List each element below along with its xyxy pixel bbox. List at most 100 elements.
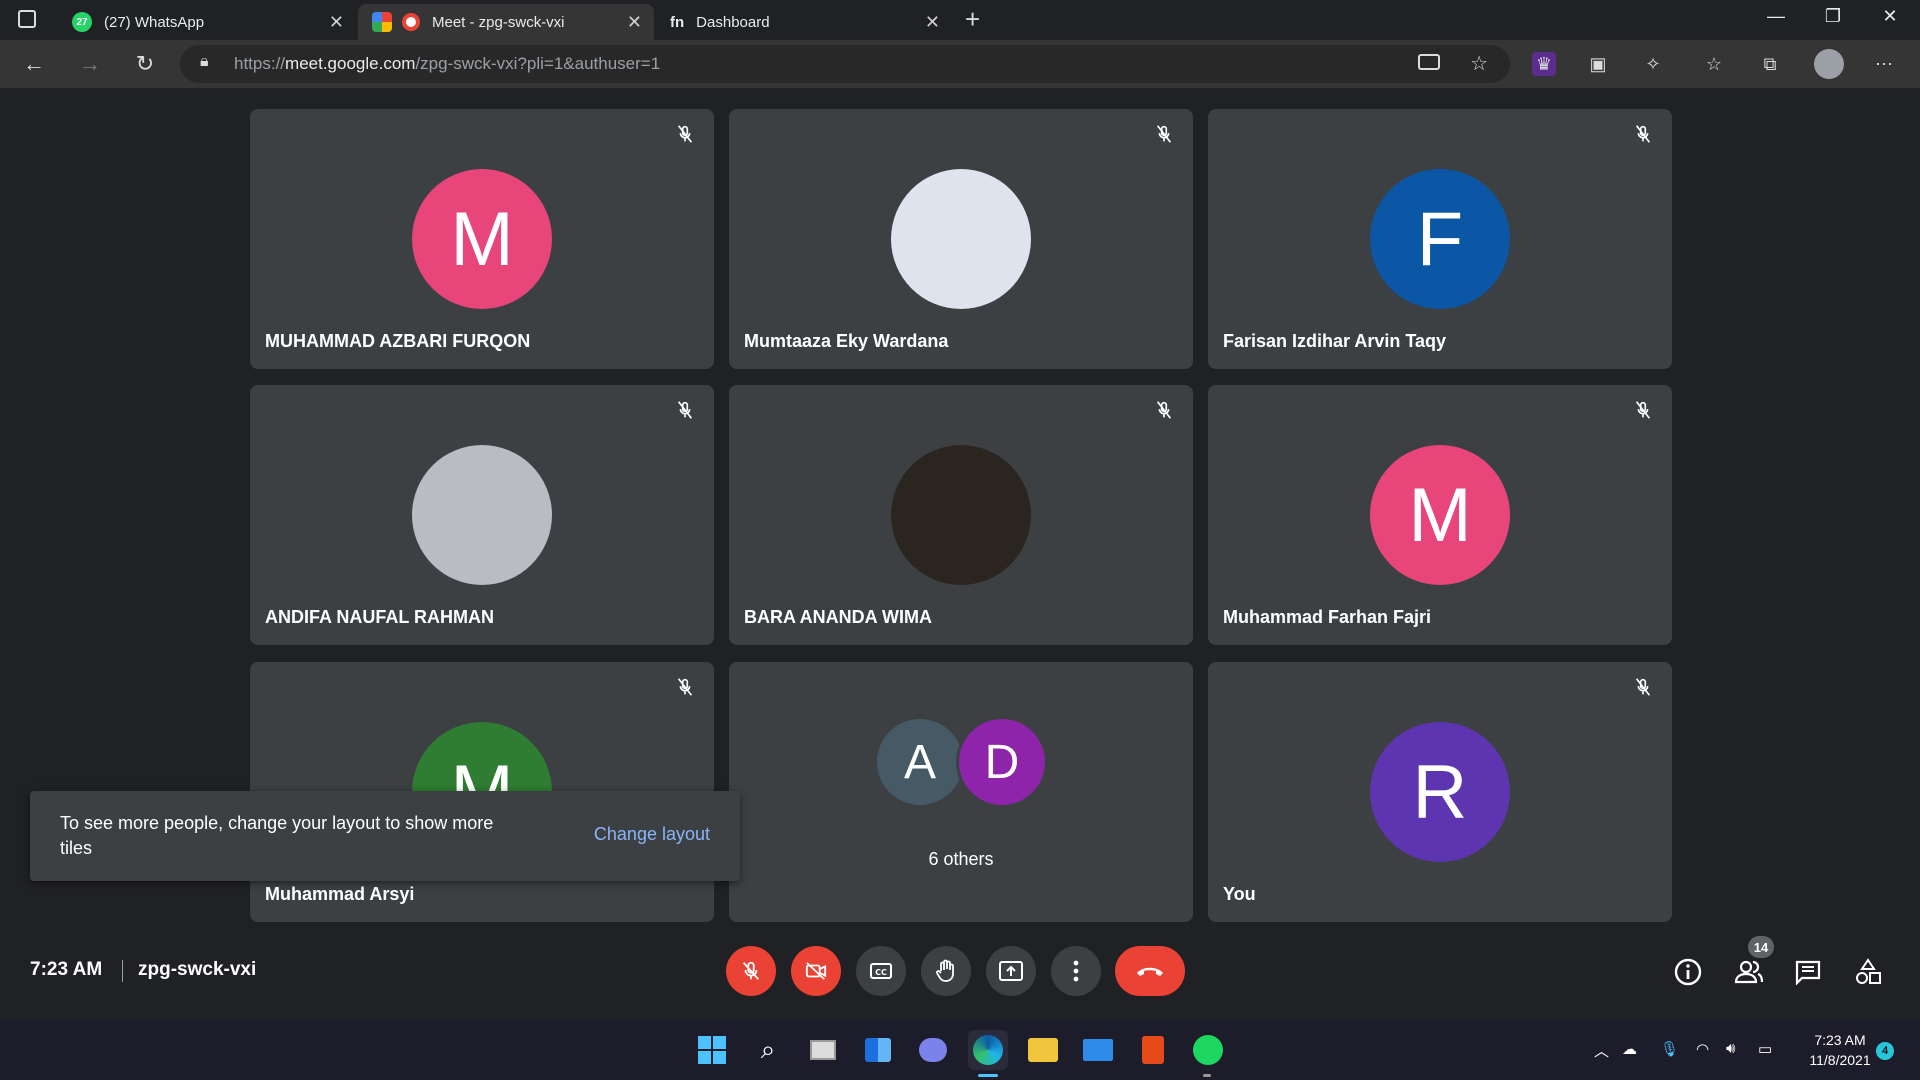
- participant-avatar: F: [1370, 169, 1510, 309]
- present-button[interactable]: [986, 946, 1036, 996]
- task-view-icon[interactable]: [803, 1030, 843, 1070]
- raise-hand-button[interactable]: [921, 946, 971, 996]
- close-tab-icon[interactable]: ✕: [627, 12, 642, 33]
- participants-count-badge: 14: [1748, 936, 1774, 958]
- profile-avatar[interactable]: [1814, 49, 1844, 79]
- address-toolbar: ← → ↻ 🔒︎ https://meet.google.com/zpg-swc…: [0, 40, 1920, 88]
- spotify-icon[interactable]: [1188, 1030, 1228, 1070]
- activities-icon: [1856, 958, 1881, 984]
- people-icon: [1734, 960, 1764, 984]
- participant-avatar: M: [1370, 445, 1510, 585]
- layout-toast: To see more people, change your layout t…: [30, 791, 740, 881]
- participant-name: 6 others: [928, 849, 994, 869]
- participant-tile[interactable]: BARA ANANDA WIMA: [729, 385, 1193, 645]
- end-call-button[interactable]: [1115, 946, 1185, 996]
- volume-icon[interactable]: 🔊︎: [1726, 1040, 1735, 1057]
- windows-logo-icon: [698, 1036, 726, 1064]
- minimize-icon[interactable]: —: [1756, 6, 1796, 27]
- refresh-icon[interactable]: ↻: [131, 50, 159, 78]
- edge-glyph: [973, 1035, 1003, 1065]
- participant-photo: [891, 445, 1031, 585]
- onedrive-icon[interactable]: ☁: [1622, 1040, 1637, 1058]
- widgets-glyph: [865, 1038, 891, 1062]
- change-layout-button[interactable]: Change layout: [594, 824, 710, 845]
- restore-icon[interactable]: ❐: [1813, 6, 1853, 27]
- extension-icon[interactable]: ▣: [1586, 52, 1610, 76]
- participant-tile[interactable]: M Muhammad Farhan Fajri: [1208, 385, 1672, 645]
- tab-actions-icon[interactable]: [18, 10, 36, 28]
- participant-name: Farisan Izdihar Arvin Taqy: [1223, 331, 1447, 351]
- participant-name: You: [1223, 884, 1256, 904]
- teams-chat-icon[interactable]: [913, 1030, 953, 1070]
- clock-date: 11/8/2021: [1809, 1052, 1871, 1068]
- close-tab-icon[interactable]: ✕: [329, 12, 344, 33]
- file-explorer-icon[interactable]: [1023, 1030, 1063, 1070]
- participant-tile[interactable]: Mumtaaza Eky Wardana: [729, 109, 1193, 369]
- participant-tile[interactable]: R You: [1208, 662, 1672, 922]
- participant-name: Mumtaaza Eky Wardana: [744, 331, 949, 351]
- whatsapp-icon: 27: [72, 12, 92, 32]
- muted-indicator: [1153, 123, 1179, 149]
- more-options-button[interactable]: [1051, 946, 1101, 996]
- tab-whatsapp[interactable]: 27 (27) WhatsApp ✕: [58, 4, 356, 40]
- camera-toggle-button[interactable]: [791, 946, 841, 996]
- settings-menu-icon[interactable]: ⋯: [1872, 52, 1896, 76]
- notification-badge[interactable]: 4: [1876, 1042, 1894, 1060]
- tab-title: Dashboard: [696, 13, 770, 31]
- participant-tile[interactable]: F Farisan Izdihar Arvin Taqy: [1208, 109, 1672, 369]
- active-app-indicator: [978, 1074, 998, 1077]
- participant-tile[interactable]: M MUHAMMAD AZBARI FURQON: [250, 109, 714, 369]
- meeting-details-button[interactable]: [1672, 956, 1704, 988]
- tab-meet[interactable]: Meet - zpg-swck-vxi ✕: [358, 4, 654, 40]
- favorite-add-icon[interactable]: ☆: [1470, 51, 1488, 76]
- mail-icon[interactable]: [1078, 1030, 1118, 1070]
- taskbar-clock[interactable]: 7:23 AM 11/8/2021: [1795, 1030, 1885, 1070]
- raise-hand-icon: [936, 959, 954, 982]
- search-icon[interactable]: ⌕: [748, 1030, 788, 1070]
- camera-in-use-icon[interactable]: [1418, 54, 1440, 70]
- close-tab-icon[interactable]: ✕: [925, 12, 940, 33]
- extensions-icon[interactable]: ✧: [1641, 52, 1665, 76]
- microphone-in-use-icon[interactable]: 🎙︎: [1660, 1040, 1679, 1058]
- wifi-icon[interactable]: ◠: [1696, 1040, 1709, 1058]
- collections-icon[interactable]: ⧉: [1758, 52, 1782, 76]
- activities-button[interactable]: [1852, 956, 1884, 988]
- close-window-icon[interactable]: ✕: [1870, 6, 1910, 27]
- captions-icon: CC: [870, 963, 892, 979]
- extension-icon[interactable]: ♛: [1532, 52, 1556, 76]
- meeting-time: 7:23 AM: [30, 959, 103, 980]
- participant-tile[interactable]: AD 6 others: [729, 662, 1193, 922]
- mic-off-icon: [1635, 125, 1651, 143]
- show-hidden-icons-icon[interactable]: ︿: [1594, 1040, 1609, 1061]
- mic-off-icon: [677, 125, 693, 143]
- muted-indicator: [674, 399, 700, 425]
- mic-off-icon: [1156, 125, 1172, 143]
- mic-off-icon: [742, 961, 760, 980]
- muted-indicator: [1632, 123, 1658, 149]
- participant-avatar: M: [412, 169, 552, 309]
- folder-glyph: [1028, 1038, 1058, 1062]
- battery-icon[interactable]: ▭: [1758, 1040, 1772, 1058]
- chat-button[interactable]: [1792, 956, 1824, 988]
- address-bar[interactable]: 🔒︎ https://meet.google.com/zpg-swck-vxi?…: [180, 45, 1510, 83]
- participant-name: MUHAMMAD AZBARI FURQON: [265, 331, 531, 351]
- captions-button[interactable]: CC: [856, 946, 906, 996]
- new-tab-icon[interactable]: +: [965, 4, 980, 35]
- info-icon: [1674, 958, 1702, 986]
- office-icon[interactable]: [1133, 1030, 1173, 1070]
- running-indicator: [1203, 1074, 1211, 1077]
- lock-icon[interactable]: 🔒︎: [200, 53, 209, 71]
- forward-icon[interactable]: →: [76, 50, 104, 78]
- favorites-icon[interactable]: ☆: [1702, 52, 1726, 76]
- participant-tile[interactable]: ANDIFA NAUFAL RAHMAN: [250, 385, 714, 645]
- url-domain: meet.google.com: [285, 54, 416, 73]
- widgets-icon[interactable]: [858, 1030, 898, 1070]
- present-icon: [999, 961, 1023, 981]
- edge-icon[interactable]: [968, 1030, 1008, 1070]
- tab-dashboard[interactable]: fn Dashboard ✕: [656, 4, 952, 40]
- mic-off-icon: [677, 401, 693, 419]
- participants-button[interactable]: [1733, 956, 1765, 988]
- start-icon[interactable]: [692, 1030, 732, 1070]
- back-icon[interactable]: ←: [20, 50, 48, 78]
- mic-toggle-button[interactable]: [726, 946, 776, 996]
